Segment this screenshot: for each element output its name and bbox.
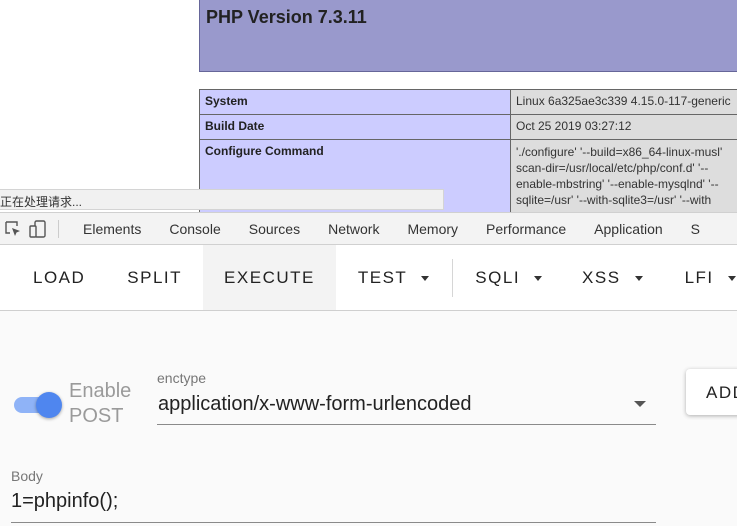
tab-performance[interactable]: Performance <box>472 221 580 237</box>
sqli-menu-button[interactable]: SQLI <box>453 245 543 310</box>
lfi-menu-button[interactable]: LFI <box>643 245 736 310</box>
tab-application[interactable]: Application <box>580 221 677 237</box>
table-row: System Linux 6a325ae3c339 4.15.0-117-gen… <box>199 89 737 115</box>
tab-network[interactable]: Network <box>314 221 393 237</box>
chevron-down-icon <box>634 401 646 407</box>
split-button[interactable]: SPLIT <box>85 245 182 310</box>
configure-line: sqlite=/usr' '--with-sqlite3=/usr' '--wi… <box>516 193 712 207</box>
load-button[interactable]: LOAD <box>0 245 85 310</box>
php-version-title: PHP Version 7.3.11 <box>206 7 367 27</box>
chevron-down-icon <box>727 276 736 281</box>
tab-memory[interactable]: Memory <box>393 221 472 237</box>
enctype-select[interactable]: application/x-www-form-urlencoded <box>157 389 656 425</box>
devtools-tab-bar: Elements Console Sources Network Memory … <box>0 212 737 245</box>
body-input-value: 1=phpinfo(); <box>11 490 119 512</box>
tab-security-truncated[interactable]: S <box>677 221 714 237</box>
body-label: Body <box>11 468 43 484</box>
enable-post-label: Enable POST <box>69 379 149 429</box>
tab-elements[interactable]: Elements <box>69 221 155 237</box>
xss-menu-button[interactable]: XSS <box>542 245 643 310</box>
body-input[interactable]: 1=phpinfo(); <box>11 487 656 523</box>
enctype-selected-value: application/x-www-form-urlencoded <box>158 393 472 415</box>
toggle-knob <box>36 392 62 418</box>
hackbar-toolbar: LOAD SPLIT EXECUTE TEST SQLI XSS LFI <box>0 245 737 311</box>
enctype-label: enctype <box>157 370 207 386</box>
configure-line: enable-mbstring' '--enable-mysqlnd' '-- <box>516 177 719 191</box>
row-key-system: System <box>199 89 511 115</box>
test-menu-label: TEST <box>357 267 408 287</box>
tab-sources[interactable]: Sources <box>235 221 314 237</box>
row-key-build-date: Build Date <box>199 114 511 140</box>
php-version-header: PHP Version 7.3.11 <box>199 0 737 72</box>
lfi-menu-label: LFI <box>684 267 714 287</box>
phpinfo-page: PHP Version 7.3.11 System Linux 6a325ae3… <box>0 0 737 212</box>
configure-line: './configure' '--build=x86_64-linux-musl… <box>516 145 723 159</box>
sqli-menu-label: SQLI <box>475 267 521 287</box>
device-toolbar-icon[interactable] <box>26 217 50 241</box>
enable-post-label-line1: Enable <box>69 380 132 402</box>
hackbar-form: Enable POST enctype application/x-www-fo… <box>0 311 737 526</box>
chevron-down-icon <box>421 276 430 281</box>
enable-post-label-line2: POST <box>69 405 124 427</box>
row-value-configure-command: './configure' '--build=x86_64-linux-musl… <box>510 139 737 212</box>
configure-line: scan-dir=/usr/local/etc/php/conf.d' '-- <box>516 161 709 175</box>
add-header-button[interactable]: ADD <box>686 369 737 415</box>
toolbar-divider <box>58 219 59 238</box>
xss-menu-label: XSS <box>582 267 621 287</box>
row-value-build-date: Oct 25 2019 03:27:12 <box>510 114 737 140</box>
browser-status-bubble: 正在处理请求... <box>0 189 444 210</box>
enable-post-toggle[interactable] <box>14 392 62 418</box>
inspect-element-icon[interactable] <box>1 217 25 241</box>
row-value-system: Linux 6a325ae3c339 4.15.0-117-generic <box>510 89 737 115</box>
execute-button[interactable]: EXECUTE <box>203 245 336 310</box>
chevron-down-icon <box>634 276 643 281</box>
tab-console[interactable]: Console <box>155 221 234 237</box>
browser-page: PHP Version 7.3.11 System Linux 6a325ae3… <box>0 0 737 526</box>
chevron-down-icon <box>534 276 543 281</box>
test-menu-button[interactable]: TEST <box>336 245 430 310</box>
table-row: Build Date Oct 25 2019 03:27:12 <box>199 114 737 140</box>
